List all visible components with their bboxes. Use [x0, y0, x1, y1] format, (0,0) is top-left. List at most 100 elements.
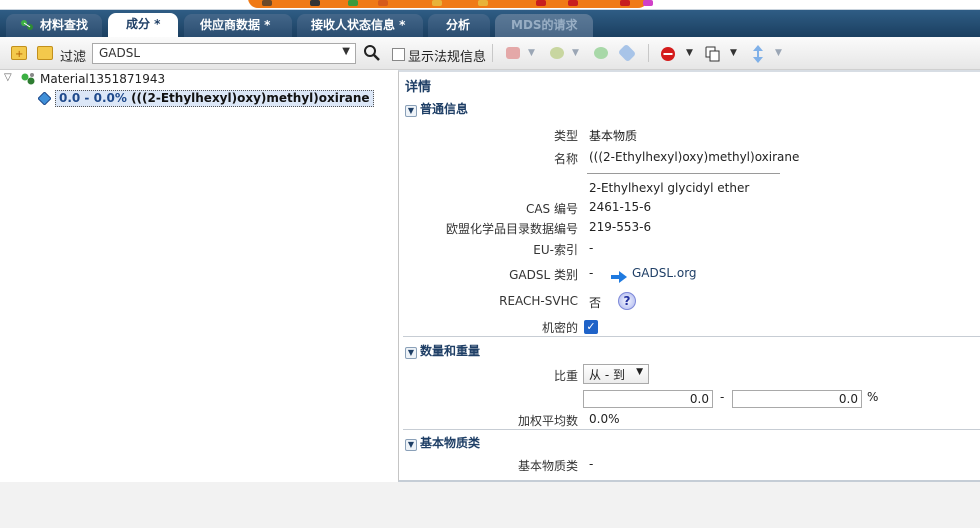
gadsl-link[interactable]: GADSL.org: [632, 266, 697, 280]
tab-label: 材料查找: [40, 18, 89, 32]
section-basic-substance-header[interactable]: ▼ 基本物质类: [405, 434, 480, 452]
copy-icon[interactable]: [705, 46, 721, 62]
substance-range: 0.0 - 0.0%: [59, 91, 127, 105]
tab-analysis[interactable]: 分析: [428, 14, 490, 37]
molecule-icon: [20, 16, 34, 30]
chevron-down-icon: ▼: [405, 439, 417, 451]
move-updown-icon: [753, 45, 763, 63]
ratio-mode-value: 从 - 到: [589, 368, 625, 382]
type-value: 基本物质: [589, 129, 638, 143]
filter-select[interactable]: GADSL ▼: [92, 43, 356, 64]
top-strip: [0, 0, 980, 10]
eu-index-label: EU-索引: [533, 243, 578, 257]
cas-label: CAS 编号: [525, 202, 578, 216]
ratio-from-value: 0.0: [689, 392, 709, 406]
toolbar-app-icon[interactable]: [536, 0, 546, 6]
search-icon[interactable]: [363, 44, 381, 62]
reach-svhc-label: REACH-SVHC: [499, 294, 578, 308]
chevron-down-icon[interactable]: ▼: [730, 48, 737, 58]
chevron-down-icon: ▼: [572, 48, 579, 58]
tab-recipient-status[interactable]: 接收人状态信息 *: [297, 14, 423, 37]
toolbar-app-icon[interactable]: [310, 0, 320, 6]
new-folder-icon[interactable]: +: [11, 46, 27, 60]
ratio-to-input[interactable]: 0.0: [732, 390, 862, 408]
show-regulation-label: 显示法规信息: [408, 50, 487, 65]
tree-root-label[interactable]: Material1351871943: [40, 72, 165, 86]
section-general-header[interactable]: ▼ 普通信息: [405, 100, 468, 118]
ratio-from-input[interactable]: 0.0: [583, 390, 713, 408]
tab-label: 分析: [446, 18, 471, 32]
tab-supplier-data[interactable]: 供应商数据 *: [184, 14, 292, 37]
chevron-down-icon[interactable]: ▼: [686, 48, 693, 58]
basic-substance-class-value: -: [589, 457, 594, 471]
eu-number-label: 欧盟化学品目录数据编号: [445, 222, 578, 236]
details-title: 详情: [405, 80, 432, 95]
synonym-value: 2-Ethylhexyl glycidyl ether: [589, 181, 750, 195]
confidential-checkbox[interactable]: ✓: [584, 320, 598, 334]
globe-icon: [550, 47, 564, 59]
section-quantity-header[interactable]: ▼ 数量和重量: [405, 342, 480, 360]
toolbar-separator: [492, 44, 493, 62]
cube-icon: [506, 47, 520, 59]
svg-text:+: +: [15, 49, 23, 59]
tab-material-search[interactable]: 材料查找: [6, 14, 102, 37]
type-label: 类型: [553, 129, 578, 143]
filter-label: 过滤: [60, 50, 87, 65]
toolbar-app-icon[interactable]: [378, 0, 388, 6]
eu-number-value: 219-553-6: [589, 220, 652, 234]
chevron-down-icon: ▼: [405, 347, 417, 359]
diamond-icon: [617, 43, 637, 63]
toolbar-app-icon[interactable]: [432, 0, 442, 6]
orange-banner: [248, 0, 648, 8]
ratio-label: 比重: [553, 369, 578, 383]
tab-composition[interactable]: 成分 *: [108, 13, 178, 37]
filter-select-value: GADSL: [99, 46, 141, 60]
ratio-to-value: 0.0: [838, 392, 858, 406]
reach-svhc-value: 否: [589, 296, 602, 310]
weighted-average-value: 0.0%: [589, 412, 620, 426]
section-title: 数量和重量: [420, 344, 481, 358]
toolbar-app-icon[interactable]: [620, 0, 630, 6]
chevron-down-icon: ▼: [636, 367, 643, 377]
chevron-down-icon: ▼: [775, 48, 782, 58]
section-divider: [403, 336, 980, 337]
toolbar-app-icon[interactable]: [262, 0, 272, 6]
material-icon: [21, 73, 35, 85]
confidential-label: 机密的: [541, 321, 578, 335]
range-dash: -: [720, 390, 725, 404]
weighted-average-label: 加权平均数: [517, 414, 578, 428]
show-regulation-checkbox[interactable]: [392, 48, 405, 61]
remove-icon[interactable]: [660, 46, 676, 62]
toolbar-app-icon[interactable]: [348, 0, 358, 6]
bottom-area: [0, 482, 980, 528]
tab-label: MDS的请求: [511, 18, 578, 32]
basic-substance-class-label: 基本物质类: [517, 459, 578, 473]
toolbar-separator: [648, 44, 649, 62]
tree-item-substance[interactable]: 0.0 - 0.0% (((2-Ethylhexyl)oxy)methyl)ox…: [55, 90, 374, 107]
percent-unit: %: [867, 390, 879, 404]
section-title: 普通信息: [420, 102, 469, 116]
toolbar-app-icon[interactable]: [643, 0, 653, 6]
toolbar-app-icon[interactable]: [478, 0, 488, 6]
composition-tree: ▽ Material1351871943 0.0 - 0.0% (((2-Eth…: [0, 70, 398, 528]
name-value: (((2-Ethylhexyl)oxy)methyl)oxirane: [589, 150, 800, 164]
tab-label: 成分 *: [126, 17, 161, 31]
substance-name: (((2-Ethylhexyl)oxy)methyl)oxirane: [131, 91, 370, 105]
tab-label: 接收人状态信息 *: [311, 18, 406, 32]
chevron-down-icon: ▼: [528, 48, 535, 58]
molecule-icon: [594, 47, 608, 59]
details-panel: 详情 ▼ 普通信息 类型 基本物质 名称 (((2-Ethylhexyl)oxy)…: [398, 70, 980, 482]
link-arrow-icon: [611, 271, 627, 283]
ratio-mode-select[interactable]: 从 - 到 ▼: [583, 364, 649, 384]
tab-mds-requests: MDS的请求: [495, 14, 593, 37]
composition-toolbar: + 过滤 GADSL ▼ 显示法规信息 ▼ ▼ ▼ ▼ ▼: [0, 37, 980, 70]
section-divider: [403, 429, 980, 430]
section-title: 基本物质类: [420, 436, 481, 450]
name-label: 名称: [553, 152, 578, 166]
toolbar-app-icon[interactable]: [568, 0, 578, 6]
open-folder-icon[interactable]: [37, 46, 53, 60]
help-icon[interactable]: ?: [618, 292, 636, 310]
tab-label: 供应商数据 *: [200, 18, 271, 32]
collapse-toggle-icon[interactable]: ▽: [4, 72, 12, 83]
name-underline: [587, 173, 780, 174]
